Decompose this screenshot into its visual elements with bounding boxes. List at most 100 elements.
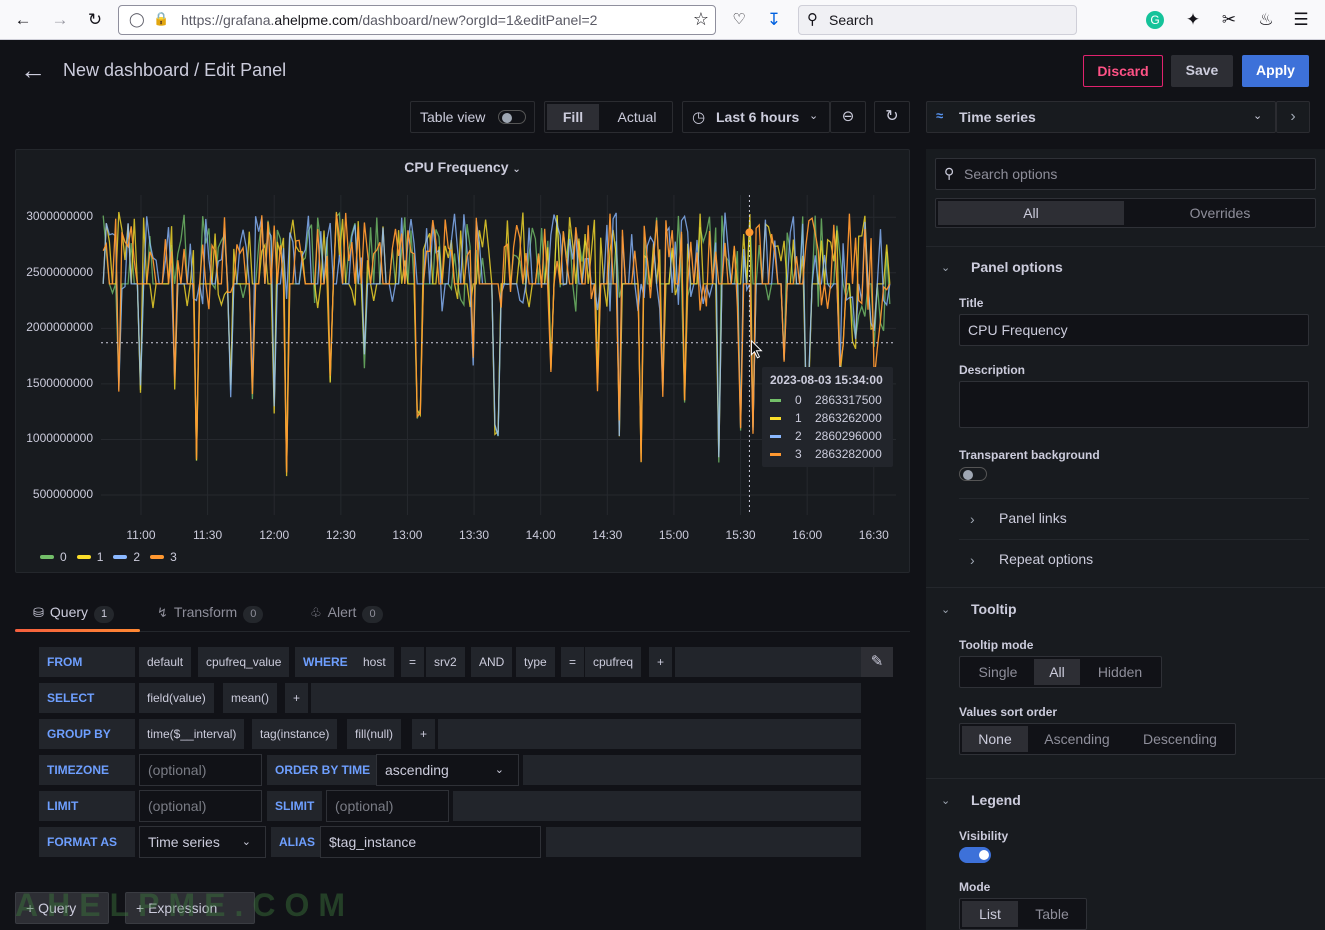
from-policy[interactable]: default — [139, 647, 192, 677]
from-measurement[interactable]: cpufreq_value — [198, 647, 290, 677]
where-key-host[interactable]: host — [355, 647, 394, 677]
limit-input[interactable]: (optional) — [139, 790, 262, 822]
tooltip-heading[interactable]: Tooltip — [971, 601, 1017, 617]
back-to-dashboard-icon[interactable]: ← — [20, 55, 46, 86]
where-add-button[interactable]: + — [649, 647, 673, 677]
panel-options-heading[interactable]: Panel options — [971, 259, 1063, 275]
select-add-button[interactable]: + — [285, 683, 309, 713]
options-search-input[interactable]: ⚲ Search options — [935, 158, 1316, 190]
x-tick-label: 15:00 — [658, 528, 689, 542]
zoom-out-icon[interactable]: ⊖ — [830, 101, 866, 133]
extensions-puzzle-icon[interactable]: ♨ — [1254, 8, 1278, 32]
legend-item[interactable]: 3 — [150, 550, 177, 564]
visualization-picker[interactable]: ≈ Time series ⌄ — [926, 101, 1276, 133]
grammarly-icon[interactable]: G — [1146, 11, 1164, 29]
select-field[interactable]: field(value) — [139, 683, 214, 713]
title-input[interactable]: CPU Frequency — [959, 314, 1309, 346]
panel-links-heading[interactable]: Panel links — [999, 510, 1067, 526]
url-text[interactable]: https://grafana.ahelpme.com/dashboard/ne… — [181, 12, 597, 28]
sort-ascending[interactable]: Ascending — [1032, 726, 1122, 752]
tooltip-mode-all[interactable]: All — [1034, 659, 1080, 685]
tooltip-series-value: 2863317500 — [815, 393, 882, 407]
where-value-srv2[interactable]: srv2 — [426, 647, 465, 677]
transparent-switch[interactable] — [959, 467, 987, 481]
tab-transform[interactable]: ↯ Transform 0 — [157, 596, 264, 632]
slimit-input[interactable]: (optional) — [326, 790, 449, 822]
groupby-tag[interactable]: tag(instance) — [252, 719, 338, 749]
back-icon[interactable]: ← — [11, 8, 35, 32]
reload-icon[interactable]: ↻ — [83, 8, 107, 32]
sort-descending[interactable]: Descending — [1128, 726, 1232, 752]
legend-item[interactable]: 2 — [113, 550, 140, 564]
groupby-add-button[interactable]: + — [412, 719, 436, 749]
legend-visibility-switch[interactable] — [959, 847, 991, 863]
menu-icon[interactable]: ☰ — [1289, 8, 1313, 32]
chevron-down-icon[interactable]: ⌄ — [941, 794, 950, 807]
groupby-fill[interactable]: fill(null) — [347, 719, 402, 749]
table-view-switch[interactable] — [498, 110, 526, 124]
save-button[interactable]: Save — [1171, 55, 1233, 87]
description-textarea[interactable] — [959, 381, 1309, 428]
chevron-down-icon[interactable]: ⌄ — [941, 603, 950, 616]
discard-button[interactable]: Discard — [1083, 55, 1163, 87]
y-tick-label: 2500000000 — [26, 264, 93, 279]
x-tick-label: 14:00 — [525, 528, 556, 542]
tab-query[interactable]: ⛁ Query 1 — [33, 596, 115, 632]
chevron-right-icon[interactable]: › — [970, 511, 975, 527]
time-series-chart[interactable] — [16, 150, 911, 574]
apply-button[interactable]: Apply — [1242, 55, 1309, 87]
sort-none[interactable]: None — [962, 726, 1028, 752]
chevron-down-icon[interactable]: ⌄ — [941, 261, 950, 274]
fill-option[interactable]: Fill — [547, 104, 599, 130]
limit-keyword: LIMIT — [39, 791, 135, 821]
where-key-type[interactable]: type — [516, 647, 555, 677]
tab-alert[interactable]: ♧ Alert 0 — [310, 596, 383, 632]
tooltip-series-name: 0 — [795, 393, 802, 407]
tooltip-mode-single[interactable]: Single — [962, 659, 1034, 685]
extension-icon[interactable]: ✦ — [1181, 8, 1205, 32]
legend-item[interactable]: 1 — [76, 550, 104, 564]
shield-icon[interactable]: ◯ — [129, 11, 145, 28]
tab-all[interactable]: All — [938, 201, 1124, 225]
timezone-input[interactable]: (optional) — [139, 754, 262, 786]
screenshot-icon[interactable]: ✂ — [1217, 8, 1241, 32]
repeat-options-heading[interactable]: Repeat options — [999, 551, 1093, 567]
actual-option[interactable]: Actual — [605, 104, 669, 130]
x-tick-label: 13:00 — [392, 528, 423, 542]
refresh-icon[interactable]: ↻ — [874, 101, 910, 133]
legend-item[interactable]: 0 — [40, 550, 67, 564]
lock-icon[interactable]: 🔒 — [153, 11, 169, 27]
alias-input[interactable]: $tag_instance — [320, 826, 541, 858]
tab-overrides[interactable]: Overrides — [1127, 201, 1313, 225]
legend-heading[interactable]: Legend — [971, 792, 1021, 808]
legend-swatch — [113, 555, 128, 559]
format-keyword: FORMAT AS — [39, 827, 135, 857]
chevron-right-icon[interactable]: › — [970, 552, 975, 568]
pocket-icon[interactable]: ♡ — [727, 8, 751, 32]
browser-search-input[interactable]: ⚲ Search — [798, 5, 1077, 35]
legend-mode-table[interactable]: Table — [1022, 901, 1082, 927]
where-op-1[interactable]: = — [401, 647, 425, 677]
select-function[interactable]: mean() — [223, 683, 278, 713]
groupby-time[interactable]: time($__interval) — [139, 719, 245, 749]
query-editor: FROM default cpufreq_value WHERE host = … — [15, 632, 910, 930]
orderby-select[interactable]: ascending ⌄ — [376, 754, 519, 786]
tooltip-mode-hidden[interactable]: Hidden — [1084, 659, 1156, 685]
browser-search-placeholder: Search — [829, 12, 874, 28]
legend-mode-list[interactable]: List — [962, 901, 1018, 927]
bookmark-star-icon[interactable]: ☆ — [693, 9, 709, 30]
where-value-cpufreq[interactable]: cpufreq — [585, 647, 642, 677]
divider — [926, 246, 1325, 247]
forward-icon[interactable]: → — [48, 8, 72, 32]
pencil-icon[interactable]: ✎ — [861, 647, 893, 677]
where-and[interactable]: AND — [471, 647, 513, 677]
x-tick-label: 11:00 — [126, 528, 156, 542]
download-icon[interactable]: ↧ — [762, 8, 786, 32]
format-select[interactable]: Time series ⌄ — [139, 826, 266, 858]
legend-label: 1 — [96, 550, 104, 564]
table-view-toggle[interactable]: Table view — [410, 101, 535, 133]
chevron-right-icon[interactable]: › — [1276, 101, 1310, 133]
time-range-picker[interactable]: ◷ Last 6 hours ⌄ — [682, 101, 830, 133]
address-bar[interactable]: ◯ 🔒 https://grafana.ahelpme.com/dashboar… — [118, 5, 716, 35]
where-op-2[interactable]: = — [561, 647, 585, 677]
